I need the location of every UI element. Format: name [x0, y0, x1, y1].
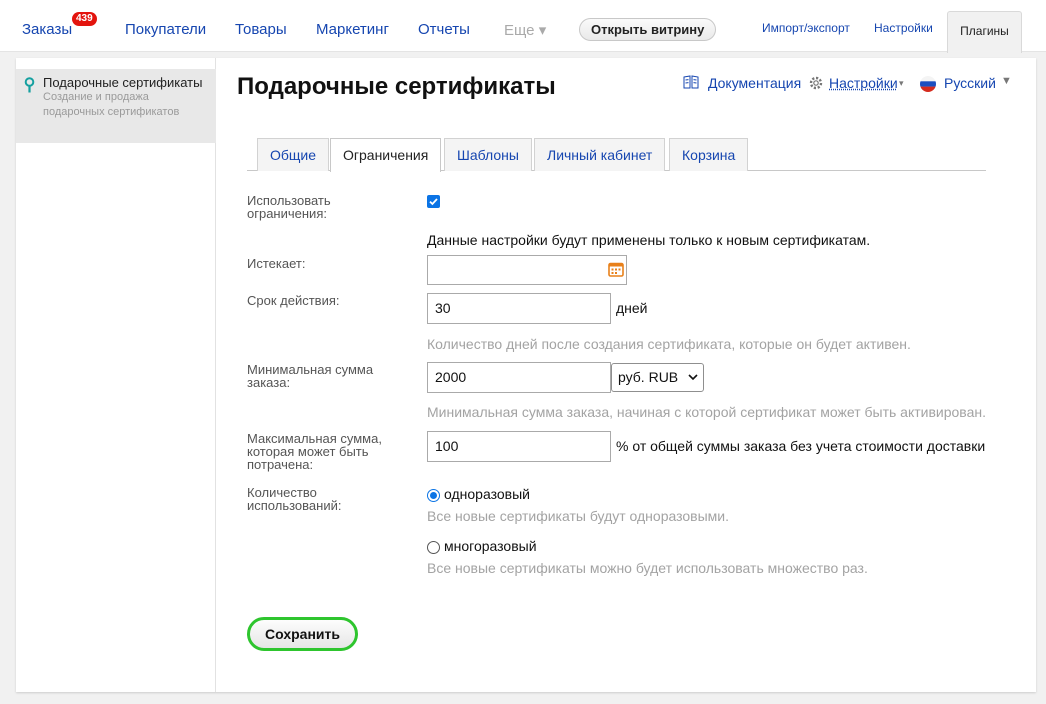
- expires-label: Истекает:: [247, 256, 306, 271]
- nav-more[interactable]: Еще ▾: [504, 21, 546, 39]
- russian-flag-icon: [920, 76, 936, 95]
- sidebar-item-gift-certificates[interactable]: Подарочные сертификаты Создание и продаж…: [16, 69, 216, 143]
- tab-cart[interactable]: Корзина: [669, 138, 749, 171]
- validity-label: Срок действия:: [247, 293, 340, 308]
- validity-input[interactable]: 30: [427, 293, 611, 324]
- restrictions-note: Данные настройки будут применены только …: [427, 232, 871, 248]
- min-sum-hint: Минимальная сумма заказа, начиная с кото…: [427, 404, 986, 420]
- nav-customers[interactable]: Покупатели: [125, 21, 206, 38]
- settings-link[interactable]: Настройки: [829, 75, 898, 91]
- use-restrictions-label: Использовать ограничения:: [247, 193, 331, 221]
- usage-single-radio[interactable]: [427, 489, 440, 502]
- documentation-icon: [683, 75, 699, 92]
- language-selector[interactable]: Русский: [944, 75, 996, 91]
- nav-products[interactable]: Товары: [235, 21, 287, 38]
- use-restrictions-checkbox[interactable]: [427, 195, 440, 208]
- tab-general[interactable]: Общие: [257, 138, 330, 171]
- sidebar-item-description: Создание и продажа подарочных сертификат…: [43, 91, 180, 118]
- nav-settings[interactable]: Настройки: [874, 21, 933, 35]
- main-panel: Подарочные сертификаты Создание и продаж…: [16, 58, 1036, 692]
- currency-select-chevron-icon: [688, 364, 698, 400]
- save-button[interactable]: Сохранить: [247, 617, 358, 651]
- chevron-down-icon: ▾: [899, 78, 904, 88]
- orders-count-badge: 439: [72, 12, 97, 26]
- language-chevron-icon: ▼: [1001, 75, 1012, 87]
- usage-single-hint: Все новые сертификаты будут одноразовыми…: [427, 508, 729, 524]
- top-nav: Заказы 439 Покупатели Товары Маркетинг О…: [0, 0, 1046, 53]
- content: Подарочные сертификаты Документация Наст…: [237, 58, 1027, 692]
- currency-select[interactable]: руб. RUB: [611, 363, 704, 392]
- tab-personal-account[interactable]: Личный кабинет: [534, 138, 666, 171]
- sidebar: Подарочные сертификаты Создание и продаж…: [16, 58, 216, 692]
- max-sum-suffix: % от общей суммы заказа без учета стоимо…: [616, 438, 986, 454]
- nav-reports[interactable]: Отчеты: [418, 21, 470, 38]
- currency-select-value: руб. RUB: [618, 369, 679, 385]
- open-storefront-button[interactable]: Открыть витрину: [579, 18, 717, 41]
- nav-orders[interactable]: Заказы: [22, 21, 72, 38]
- usage-multi-radio[interactable]: [427, 541, 440, 554]
- calendar-icon[interactable]: [608, 261, 624, 280]
- expires-input[interactable]: [427, 255, 627, 285]
- tab-templates[interactable]: Шаблоны: [444, 138, 532, 171]
- validity-hint: Количество дней после создания сертифика…: [427, 336, 911, 352]
- sidebar-item-title: Подарочные сертификаты: [43, 75, 203, 90]
- page-title: Подарочные сертификаты: [237, 73, 556, 100]
- tab-restrictions[interactable]: Ограничения: [330, 138, 442, 172]
- checkmark-icon: [429, 198, 438, 206]
- validity-unit: дней: [616, 300, 648, 316]
- nav-import-export[interactable]: Импорт/экспорт: [762, 21, 850, 35]
- min-sum-input[interactable]: 2000: [427, 362, 611, 393]
- documentation-link[interactable]: Документация: [708, 75, 801, 91]
- usage-single-label[interactable]: одноразовый: [444, 486, 530, 502]
- nav-plugins[interactable]: Плагины: [947, 11, 1022, 53]
- gear-icon: [808, 75, 824, 94]
- min-sum-label: Минимальная сумма заказа:: [247, 362, 374, 390]
- usage-multi-label[interactable]: многоразовый: [444, 538, 537, 554]
- max-sum-label: Максимальная сумма, которая может быть п…: [247, 431, 382, 472]
- usage-multi-hint: Все новые сертификаты можно будет исполь…: [427, 560, 868, 576]
- usage-label: Количество использований:: [247, 485, 342, 513]
- max-sum-input[interactable]: 100: [427, 431, 611, 462]
- nav-marketing[interactable]: Маркетинг: [316, 21, 389, 38]
- gift-certificate-icon: [24, 77, 35, 96]
